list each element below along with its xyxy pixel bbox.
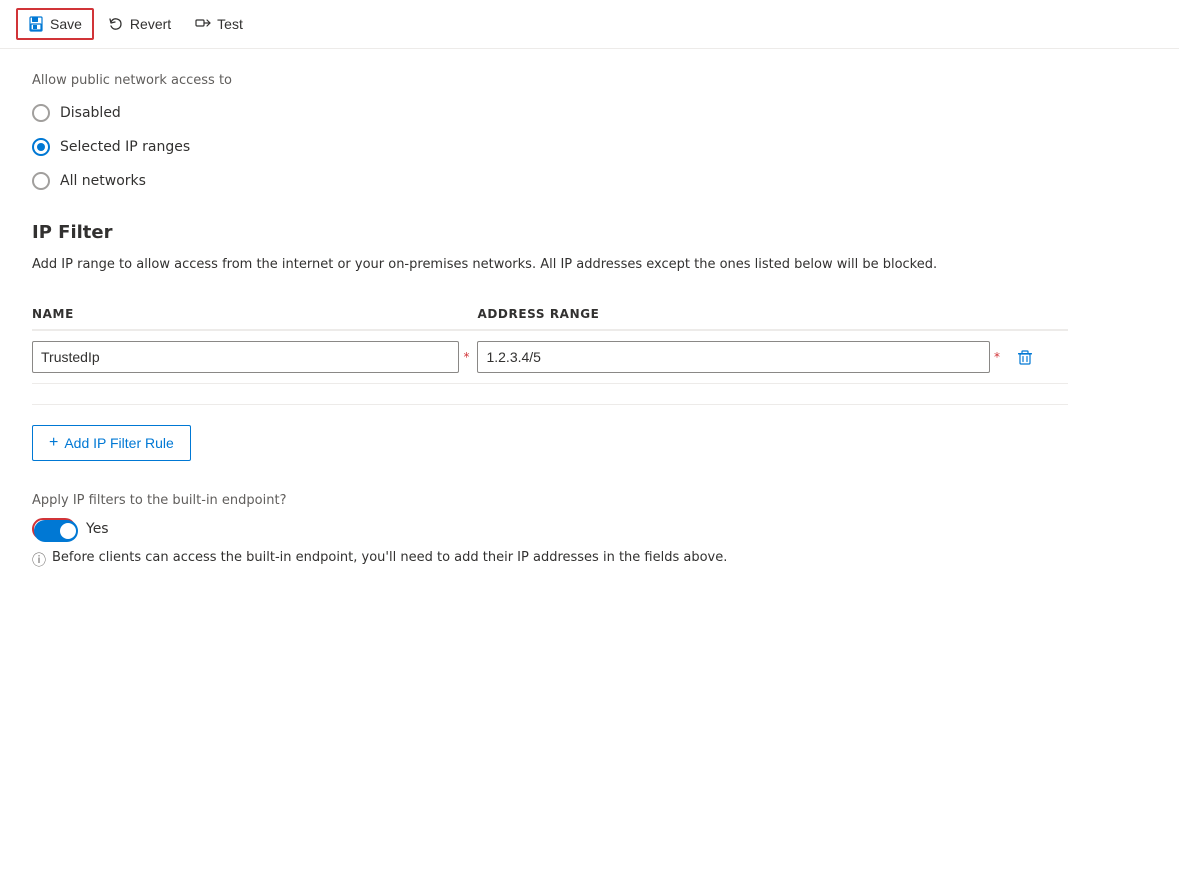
save-label: Save bbox=[50, 16, 82, 32]
apply-label: Apply IP filters to the built-in endpoin… bbox=[32, 493, 1068, 508]
toggle-label: Yes bbox=[86, 521, 109, 537]
name-input-wrapper: * bbox=[32, 341, 469, 373]
network-radio-group: Disabled Selected IP ranges All networks bbox=[32, 104, 1068, 190]
address-input[interactable] bbox=[477, 341, 990, 373]
radio-all-networks[interactable]: All networks bbox=[32, 172, 1068, 190]
radio-selected-ip-ranges[interactable]: Selected IP ranges bbox=[32, 138, 1068, 156]
name-cell: * bbox=[32, 330, 477, 384]
ip-filter-description: Add IP range to allow access from the in… bbox=[32, 255, 1068, 275]
test-label: Test bbox=[217, 16, 243, 32]
add-rule-label: Add IP Filter Rule bbox=[64, 435, 173, 451]
address-required-star: * bbox=[994, 350, 1000, 364]
name-required-star: * bbox=[463, 350, 469, 364]
col-header-name: NAME bbox=[32, 299, 477, 330]
radio-circle-all-networks bbox=[32, 172, 50, 190]
ip-filter-table: NAME ADDRESS RANGE * * bbox=[32, 299, 1068, 384]
add-icon: + bbox=[49, 434, 58, 452]
info-note: ⓘ Before clients can access the built-in… bbox=[32, 550, 1068, 570]
save-button[interactable]: Save bbox=[16, 8, 94, 40]
test-icon bbox=[195, 16, 211, 32]
revert-label: Revert bbox=[130, 16, 171, 32]
add-ip-filter-rule-button[interactable]: + Add IP Filter Rule bbox=[32, 425, 191, 461]
radio-label-all-networks: All networks bbox=[60, 173, 146, 189]
radio-circle-selected-ip bbox=[32, 138, 50, 156]
radio-label-selected-ip: Selected IP ranges bbox=[60, 139, 190, 155]
name-input[interactable] bbox=[32, 341, 459, 373]
apply-toggle[interactable] bbox=[32, 518, 76, 540]
revert-icon bbox=[108, 16, 124, 32]
revert-button[interactable]: Revert bbox=[98, 10, 181, 38]
action-cell bbox=[1008, 330, 1068, 384]
table-row: * * bbox=[32, 330, 1068, 384]
delete-icon bbox=[1016, 348, 1034, 366]
table-divider bbox=[32, 404, 1068, 405]
toolbar: Save Revert Test bbox=[0, 0, 1179, 49]
network-access-label: Allow public network access to bbox=[32, 73, 1068, 88]
radio-circle-disabled bbox=[32, 104, 50, 122]
radio-disabled[interactable]: Disabled bbox=[32, 104, 1068, 122]
apply-section: Apply IP filters to the built-in endpoin… bbox=[32, 493, 1068, 570]
address-input-wrapper: * bbox=[477, 341, 1000, 373]
radio-label-disabled: Disabled bbox=[60, 105, 121, 121]
info-icon: ⓘ bbox=[32, 550, 46, 570]
address-cell: * bbox=[477, 330, 1008, 384]
save-icon bbox=[28, 16, 44, 32]
toggle-row: Yes bbox=[32, 518, 1068, 540]
info-text: Before clients can access the built-in e… bbox=[52, 550, 727, 565]
delete-row-button[interactable] bbox=[1008, 344, 1042, 370]
toggle-thumb bbox=[60, 523, 76, 539]
main-content: Allow public network access to Disabled … bbox=[0, 49, 1100, 610]
ip-filter-title: IP Filter bbox=[32, 222, 1068, 243]
toggle-track bbox=[34, 520, 78, 542]
col-header-address: ADDRESS RANGE bbox=[477, 299, 1008, 330]
test-button[interactable]: Test bbox=[185, 10, 253, 38]
